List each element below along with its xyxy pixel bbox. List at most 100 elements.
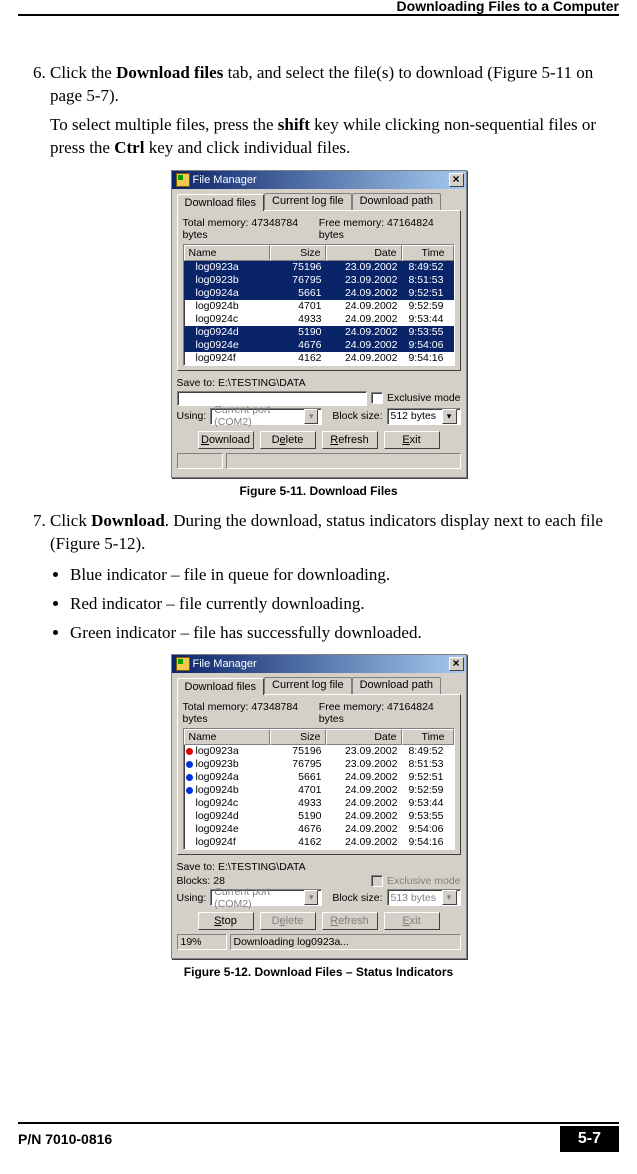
table-row[interactable]: log0924b470124.09.20029:52:59: [184, 300, 454, 313]
exclusive-mode-label: Exclusive mode: [387, 392, 461, 404]
header-rule: [18, 14, 619, 16]
col-size[interactable]: Size: [270, 729, 326, 745]
blue-status-dot: [186, 787, 193, 794]
table-row[interactable]: log0924e467624.09.20029:54:06: [184, 339, 454, 352]
file-size: 75196: [270, 745, 326, 758]
close-icon[interactable]: ×: [449, 657, 464, 671]
table-row[interactable]: log0923b7679523.09.20028:51:53: [184, 758, 454, 771]
total-memory-label: Total memory: 47348784 bytes: [183, 217, 319, 241]
header-section-title: Downloading Files to a Computer: [391, 0, 619, 14]
file-list[interactable]: Name Size Date Time log0923a7519623.09.2…: [183, 244, 455, 366]
chevron-down-icon[interactable]: ▾: [442, 409, 457, 424]
file-size: 75196: [270, 261, 326, 274]
table-row[interactable]: log0924d519024.09.20029:53:55: [184, 810, 454, 823]
exclusive-mode-checkbox[interactable]: Exclusive mode: [371, 392, 461, 404]
table-row[interactable]: log0923a7519623.09.20028:49:52: [184, 745, 454, 758]
col-name[interactable]: Name: [184, 245, 270, 261]
file-name: log0924c: [196, 313, 239, 325]
step6-bold-downloadfiles: Download files: [116, 63, 223, 82]
file-manager-window: File Manager × Download files Current lo…: [171, 170, 467, 478]
titlebar[interactable]: File Manager ×: [172, 655, 466, 673]
col-time[interactable]: Time: [402, 729, 454, 745]
table-row[interactable]: log0924e467624.09.20029:54:06: [184, 823, 454, 836]
titlebar[interactable]: File Manager ×: [172, 171, 466, 189]
file-name: log0924d: [196, 326, 239, 338]
file-name: log0924b: [196, 300, 239, 312]
blue-status-dot: [186, 774, 193, 781]
col-date[interactable]: Date: [326, 245, 402, 261]
delete-button: Delete: [260, 912, 316, 930]
file-time: 9:52:59: [402, 784, 454, 797]
download-button[interactable]: DDownloadownload: [198, 431, 254, 449]
app-icon: [176, 173, 190, 187]
file-date: 24.09.2002: [326, 300, 402, 313]
exit-button[interactable]: Exit: [384, 431, 440, 449]
app-icon: [176, 657, 190, 671]
save-to-label: Save to: E:\TESTING\DATA: [177, 861, 461, 873]
delete-button[interactable]: Delete: [260, 431, 316, 449]
file-size: 5661: [270, 771, 326, 784]
chevron-down-icon[interactable]: ▾: [304, 409, 318, 424]
file-name: log0924a: [196, 771, 239, 783]
table-row[interactable]: log0924f416224.09.20029:54:16: [184, 836, 454, 849]
file-size: 5190: [270, 326, 326, 339]
using-label: Using:: [177, 410, 207, 422]
col-date[interactable]: Date: [326, 729, 402, 745]
block-size-combo[interactable]: 512 bytes ▾: [387, 408, 461, 425]
tab-download-path[interactable]: Download path: [352, 677, 441, 694]
table-row[interactable]: log0924a566124.09.20029:52:51: [184, 287, 454, 300]
file-name: log0924e: [196, 339, 239, 351]
file-date: 24.09.2002: [326, 810, 402, 823]
stop-button[interactable]: Stop: [198, 912, 254, 930]
step-6: Click the Download files tab, and select…: [50, 62, 619, 160]
block-size-label: Block size:: [332, 892, 382, 904]
table-row[interactable]: log0923b7679523.09.20028:51:53: [184, 274, 454, 287]
bullet-green: Green indicator – file has successfully …: [70, 622, 619, 645]
using-port-combo: Current port (COM2) ▾: [210, 889, 322, 906]
file-size: 4162: [270, 836, 326, 849]
tab-download-files[interactable]: Download files: [177, 678, 265, 695]
table-row[interactable]: log0924f416224.09.20029:54:16: [184, 352, 454, 365]
checkbox-icon[interactable]: [371, 392, 383, 404]
using-port-combo[interactable]: Current port (COM2) ▾: [210, 408, 322, 425]
table-row[interactable]: log0924c493324.09.20029:53:44: [184, 313, 454, 326]
file-name: log0923b: [196, 274, 239, 286]
block-size-combo: 513 bytes ▾: [387, 889, 461, 906]
table-row[interactable]: log0924a566124.09.20029:52:51: [184, 771, 454, 784]
file-size: 76795: [270, 758, 326, 771]
file-date: 24.09.2002: [326, 784, 402, 797]
bullet-blue: Blue indicator – file in queue for downl…: [70, 564, 619, 587]
refresh-button: Refresh: [322, 912, 378, 930]
tab-current-log-file[interactable]: Current log file: [264, 193, 352, 210]
tab-download-files[interactable]: Download files: [177, 194, 265, 211]
tab-download-path[interactable]: Download path: [352, 193, 441, 210]
table-row[interactable]: log0923a7519623.09.20028:49:52: [184, 261, 454, 274]
file-size: 4933: [270, 313, 326, 326]
step6-p1a: Click the: [50, 63, 116, 82]
file-time: 9:53:55: [402, 810, 454, 823]
file-size: 5661: [270, 287, 326, 300]
file-size: 4676: [270, 339, 326, 352]
file-time: 9:54:06: [402, 823, 454, 836]
col-size[interactable]: Size: [270, 245, 326, 261]
table-row[interactable]: log0924b470124.09.20029:52:59: [184, 784, 454, 797]
tab-current-log-file[interactable]: Current log file: [264, 677, 352, 694]
step6-bold-ctrl: Ctrl: [114, 138, 144, 157]
close-icon[interactable]: ×: [449, 173, 464, 187]
file-date: 24.09.2002: [326, 352, 402, 365]
refresh-button[interactable]: Refresh: [322, 431, 378, 449]
file-name: log0924f: [196, 836, 236, 848]
file-time: 9:52:51: [402, 771, 454, 784]
block-size-label: Block size:: [332, 410, 382, 422]
file-size: 4701: [270, 300, 326, 313]
col-time[interactable]: Time: [402, 245, 454, 261]
step-7: Click Download. During the download, sta…: [50, 510, 619, 645]
file-size: 5190: [270, 810, 326, 823]
tab-panel: Total memory: 47348784 bytes Free memory…: [177, 694, 461, 855]
chevron-down-icon: ▾: [442, 890, 457, 905]
file-time: 8:51:53: [402, 758, 454, 771]
table-row[interactable]: log0924c493324.09.20029:53:44: [184, 797, 454, 810]
file-list[interactable]: Name Size Date Time log0923a7519623.09.2…: [183, 728, 455, 850]
col-name[interactable]: Name: [184, 729, 270, 745]
table-row[interactable]: log0924d519024.09.20029:53:55: [184, 326, 454, 339]
